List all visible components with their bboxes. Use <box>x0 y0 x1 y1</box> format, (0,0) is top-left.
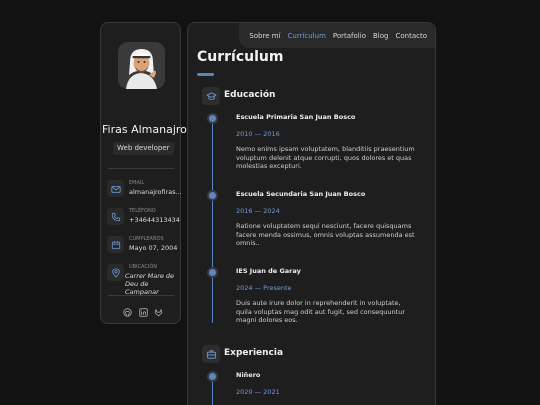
timeline-dot <box>209 269 216 276</box>
timeline-item-date: 2024 — Presente <box>236 284 292 292</box>
birthday-value: Mayo 07, 2004 <box>129 244 178 252</box>
divider <box>108 295 174 296</box>
profile-sidebar: Firas Almanajro Web developer Email alma… <box>100 22 187 324</box>
email-link[interactable]: almanajrofiras... <box>129 188 181 196</box>
timeline-item-title: Escuela Primaria San Juan Bosco <box>236 113 356 121</box>
linkedin-icon[interactable] <box>138 308 148 317</box>
location-value: Carrer Mare de Deu de Campanar <box>125 272 175 296</box>
timeline-line <box>212 115 213 323</box>
timeline-item-text: Duis aute irure dolor in reprehenderit i… <box>236 299 405 324</box>
timeline-dot <box>209 115 216 122</box>
mail-icon <box>107 180 124 197</box>
timeline-dot <box>209 192 216 199</box>
contact-label: Email <box>129 180 145 186</box>
nav-blog[interactable]: Blog <box>373 32 388 40</box>
timeline-item-text: Nemo enims ipsam voluptatem, blanditiis … <box>236 145 415 170</box>
education-title: Educación <box>224 90 276 100</box>
nav-curriculum[interactable]: Currículum <box>288 32 326 40</box>
timeline-item-date: 2020 — 2021 <box>236 388 280 396</box>
role-badge: Web developer <box>113 142 174 155</box>
timeline-item-date: 2010 — 2016 <box>236 130 280 138</box>
gitlab-icon[interactable] <box>154 308 163 317</box>
timeline-item-text: Ratione voluptatem sequi nesciunt, facer… <box>236 222 415 247</box>
page-title: Currículum <box>197 49 284 65</box>
experience-title: Experiencia <box>224 348 284 358</box>
timeline-item-title: Escuela Secundaria San Juan Bosco <box>236 190 366 198</box>
nav-contacto[interactable]: Contacto <box>395 32 427 40</box>
contact-label: Cumpleaños <box>129 236 164 242</box>
phone-link[interactable]: +34644313434 <box>129 216 181 224</box>
timeline-item-title: Niñero <box>236 371 261 379</box>
social-links <box>123 308 163 317</box>
timeline-dot <box>209 373 216 380</box>
top-navbar: Sobre mí Currículum Portafolio Blog Cont… <box>239 23 435 48</box>
profile-name: Firas Almanajro <box>102 123 187 136</box>
resume-panel: Sobre mí Currículum Portafolio Blog Cont… <box>187 22 436 405</box>
timeline-item-title: IES Juan de Garay <box>236 267 301 275</box>
title-underline <box>197 73 214 76</box>
calendar-icon <box>107 236 124 253</box>
avatar <box>118 42 165 89</box>
github-icon[interactable] <box>123 308 132 317</box>
location-icon <box>107 264 124 281</box>
timeline-item-date: 2016 — 2024 <box>236 207 280 215</box>
nav-sobre-mi[interactable]: Sobre mí <box>249 32 280 40</box>
nav-portafolio[interactable]: Portafolio <box>333 32 366 40</box>
book-icon <box>202 87 220 105</box>
divider <box>108 168 174 169</box>
phone-icon <box>107 208 124 225</box>
contact-label: Ubicación <box>129 264 158 270</box>
briefcase-icon <box>202 345 220 363</box>
contact-label: Teléfono <box>129 208 156 214</box>
